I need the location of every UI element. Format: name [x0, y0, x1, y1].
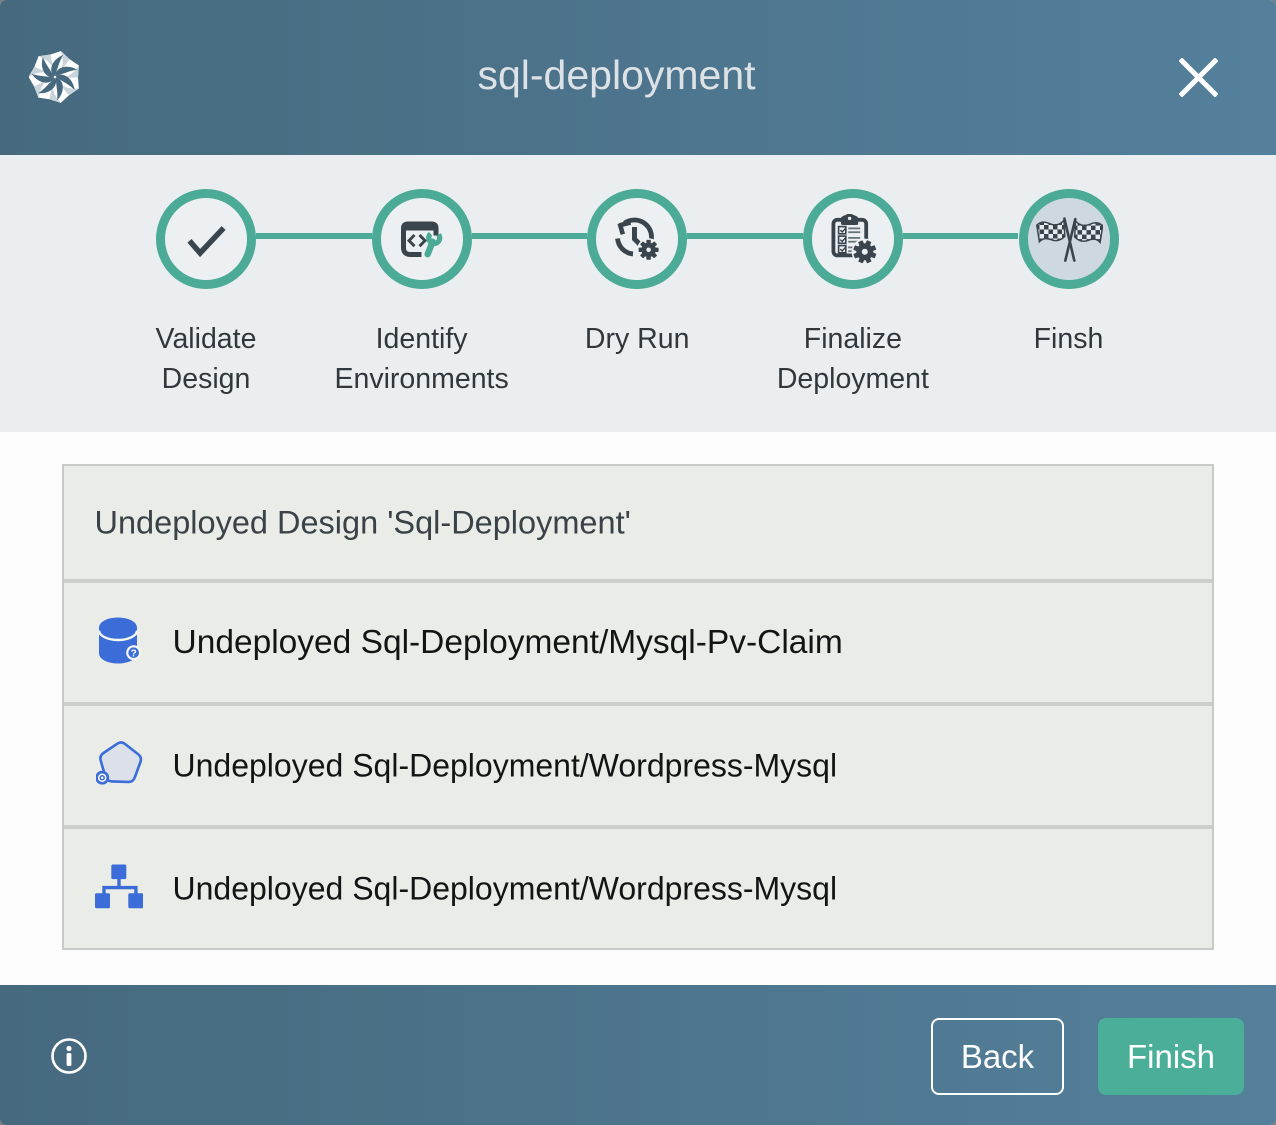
- svg-text:?: ?: [131, 648, 137, 659]
